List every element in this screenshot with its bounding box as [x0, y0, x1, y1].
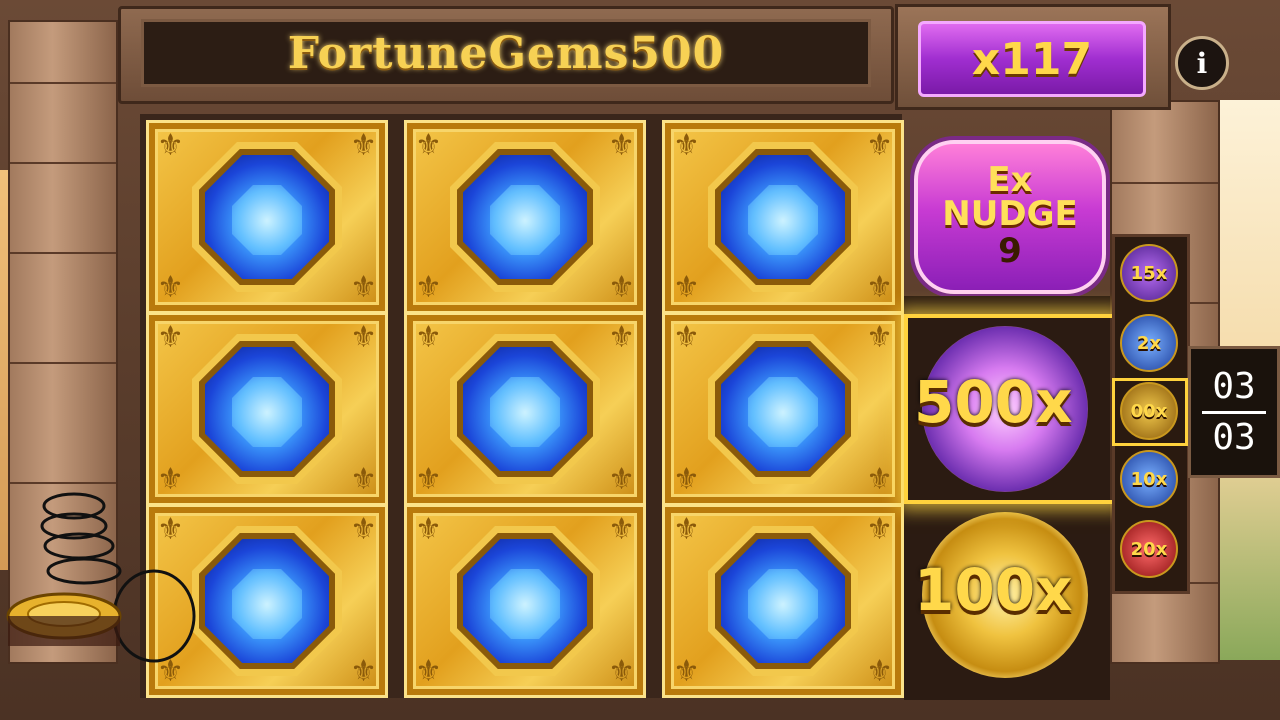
ornament-icon: ⚜	[673, 654, 700, 689]
ornament-icon: ⚜	[673, 320, 700, 355]
multiplier-panel: x117	[895, 4, 1171, 110]
ornament-icon: ⚜	[157, 320, 184, 355]
ornament-icon: ⚜	[350, 320, 377, 355]
ornament-icon: ⚜	[415, 320, 442, 355]
ornament-icon: ⚜	[866, 270, 893, 305]
ornament-icon: ⚜	[608, 512, 635, 547]
ornament-icon: ⚜	[415, 270, 442, 305]
ornament-icon: ⚜	[415, 654, 442, 689]
nudge-label-1: Ex	[987, 160, 1033, 200]
ornament-icon: ⚜	[866, 654, 893, 689]
ornament-icon: ⚜	[866, 320, 893, 355]
nudge-label-2: NUDGE	[942, 194, 1078, 234]
reel-tile: ⚜ ⚜ ⚜ ⚜	[404, 504, 646, 698]
ornament-icon: ⚜	[673, 270, 700, 305]
ornament-icon: ⚜	[157, 128, 184, 163]
ornament-icon: ⚜	[350, 128, 377, 163]
nudge-count: 9	[998, 231, 1022, 271]
ornament-icon: ⚜	[608, 654, 635, 689]
total-multiplier: x117	[971, 33, 1093, 85]
coin-stack-icon	[6, 492, 196, 663]
game-title: FortuneGems500	[287, 27, 725, 79]
ornament-icon: ⚜	[350, 654, 377, 689]
ornament-icon: ⚜	[157, 270, 184, 305]
ornament-icon: ⚜	[866, 128, 893, 163]
ornament-icon: ⚜	[350, 512, 377, 547]
ornament-icon: ⚜	[608, 270, 635, 305]
ornament-icon: ⚜	[415, 128, 442, 163]
reel-tile: ⚜ ⚜ ⚜ ⚜	[662, 120, 904, 314]
title-banner: FortuneGems500	[118, 6, 894, 104]
ornament-icon: ⚜	[866, 462, 893, 497]
spin-counter: 03 03	[1188, 346, 1280, 478]
ornament-icon: ⚜	[608, 462, 635, 497]
ornament-icon: ⚜	[866, 512, 893, 547]
reel-tile: ⚜ ⚜ ⚜ ⚜	[662, 312, 904, 506]
ornament-icon: ⚜	[608, 128, 635, 163]
ornament-icon: ⚜	[350, 462, 377, 497]
mini-multiplier-selection	[1112, 378, 1188, 446]
ornament-icon: ⚜	[673, 462, 700, 497]
ornament-icon: ⚜	[673, 512, 700, 547]
reel-tile: ⚜ ⚜ ⚜ ⚜	[404, 120, 646, 314]
mini-multiplier-2x: 2x	[1120, 314, 1178, 372]
ornament-icon: ⚜	[350, 270, 377, 305]
counter-bottom: 03	[1212, 416, 1256, 458]
ex-nudge-badge: Ex NUDGE 9	[914, 140, 1106, 294]
mini-multiplier-10x: 10x	[1120, 450, 1178, 508]
info-button[interactable]: i	[1175, 36, 1229, 90]
mini-multiplier-20x: 20x	[1120, 520, 1178, 578]
ornament-icon: ⚜	[608, 320, 635, 355]
reel-tile: ⚜ ⚜ ⚜ ⚜	[404, 312, 646, 506]
ornament-icon: ⚜	[673, 128, 700, 163]
ornament-icon: ⚜	[415, 462, 442, 497]
reel-tile: ⚜ ⚜ ⚜ ⚜	[146, 312, 388, 506]
ornament-icon: ⚜	[415, 512, 442, 547]
reel-tile: ⚜ ⚜ ⚜ ⚜	[146, 120, 388, 314]
counter-top: 03	[1212, 365, 1256, 407]
mini-multiplier-15x: 15x	[1120, 244, 1178, 302]
reel-tile: ⚜ ⚜ ⚜ ⚜	[662, 504, 904, 698]
wheel-label-500: 500x	[914, 368, 1073, 436]
wheel-label-100: 100x	[914, 556, 1073, 624]
